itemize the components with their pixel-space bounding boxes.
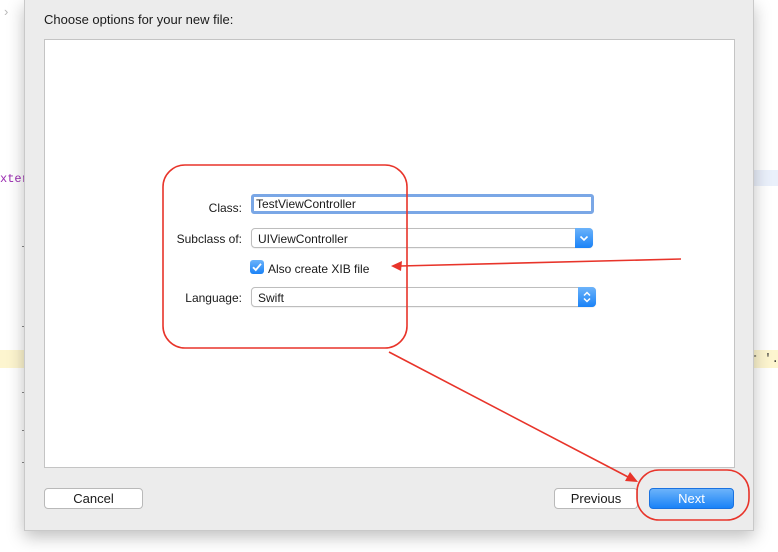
editor-selection-right	[752, 170, 778, 186]
cancel-button[interactable]: Cancel	[44, 488, 143, 509]
subclass-label: Subclass of:	[176, 232, 242, 246]
language-popup[interactable]: Swift	[251, 287, 596, 307]
subclass-value: UIViewController	[258, 232, 348, 246]
class-name-field[interactable]	[251, 194, 594, 214]
class-label: Class:	[208, 201, 242, 215]
chevron-updown-icon	[578, 287, 596, 307]
editor-highlight-left	[0, 350, 24, 368]
dialog-title: Choose options for your new file:	[44, 12, 234, 27]
chevron-down-icon	[575, 228, 593, 248]
class-name-input[interactable]	[256, 197, 586, 211]
checkmark-icon	[252, 263, 262, 272]
editor-left-gutter	[0, 0, 24, 552]
subclass-popup[interactable]: UIViewController	[251, 228, 593, 248]
editor-code-fragment-right: r '.g...	[750, 352, 778, 366]
language-value: Swift	[258, 291, 285, 305]
language-label: Language:	[185, 291, 242, 305]
chevron-right-icon[interactable]: ›	[4, 4, 8, 19]
previous-button[interactable]: Previous	[554, 488, 638, 509]
create-xib-checkbox[interactable]	[250, 260, 264, 274]
new-file-dialog: Choose options for your new file: Class:…	[24, 0, 754, 531]
options-panel	[44, 39, 735, 468]
next-button[interactable]: Next	[649, 488, 734, 509]
editor-right-area	[754, 0, 778, 552]
create-xib-label[interactable]: Also create XIB file	[268, 262, 369, 276]
